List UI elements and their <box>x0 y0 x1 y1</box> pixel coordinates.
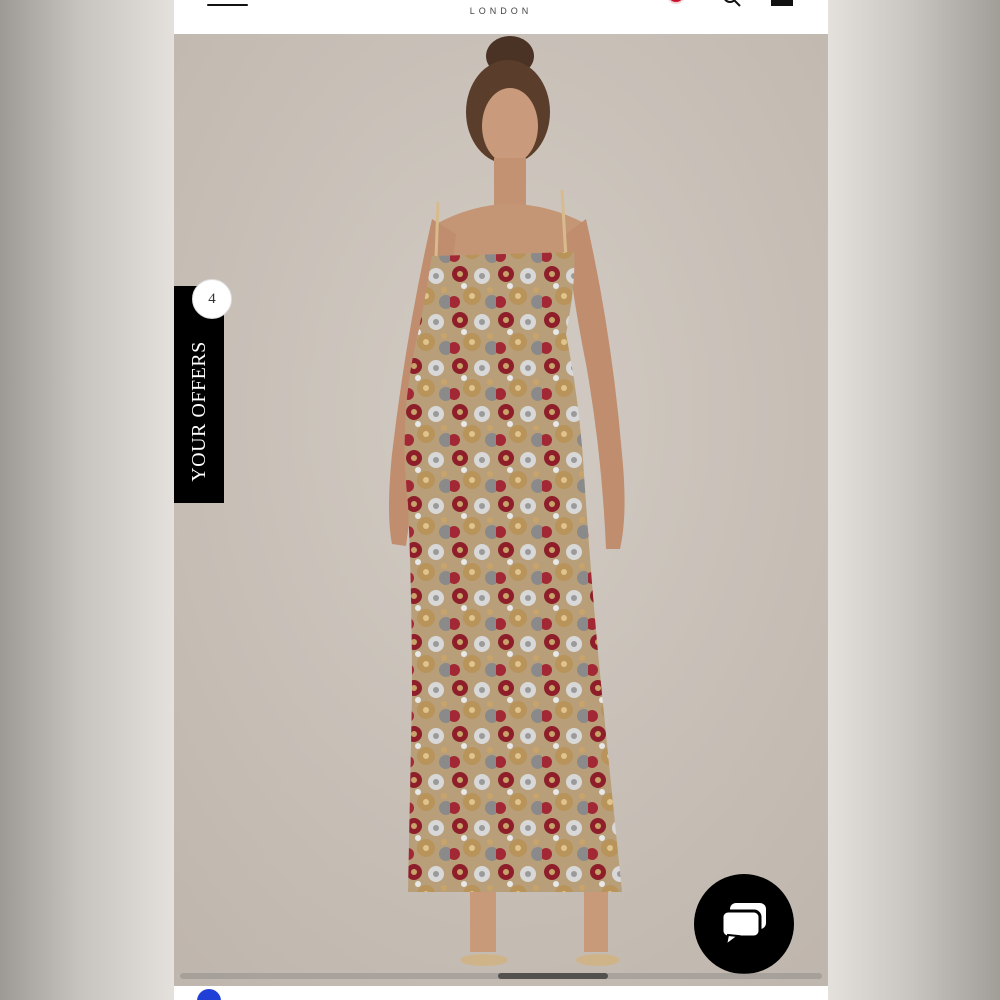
chat-bubbles-icon <box>720 903 766 948</box>
bag-icon[interactable] <box>771 0 793 6</box>
bottom-strip <box>174 986 828 1000</box>
your-offers-tab[interactable]: YOUR OFFERS <box>174 286 224 503</box>
your-offers-label: YOUR OFFERS <box>187 341 210 482</box>
product-image <box>174 34 828 986</box>
chat-button[interactable] <box>694 874 794 974</box>
phone-screen: LONDON YOUR OFFERS 4 <box>174 0 828 1000</box>
search-icon[interactable] <box>722 0 742 7</box>
product-photo-illustration <box>174 34 828 986</box>
brand-logo-subtitle[interactable]: LONDON <box>174 6 828 16</box>
image-carousel-scroll-thumb[interactable] <box>498 973 608 979</box>
offers-count-badge: 4 <box>192 279 232 319</box>
flag-icon[interactable] <box>668 0 684 4</box>
site-header: LONDON <box>174 0 828 34</box>
